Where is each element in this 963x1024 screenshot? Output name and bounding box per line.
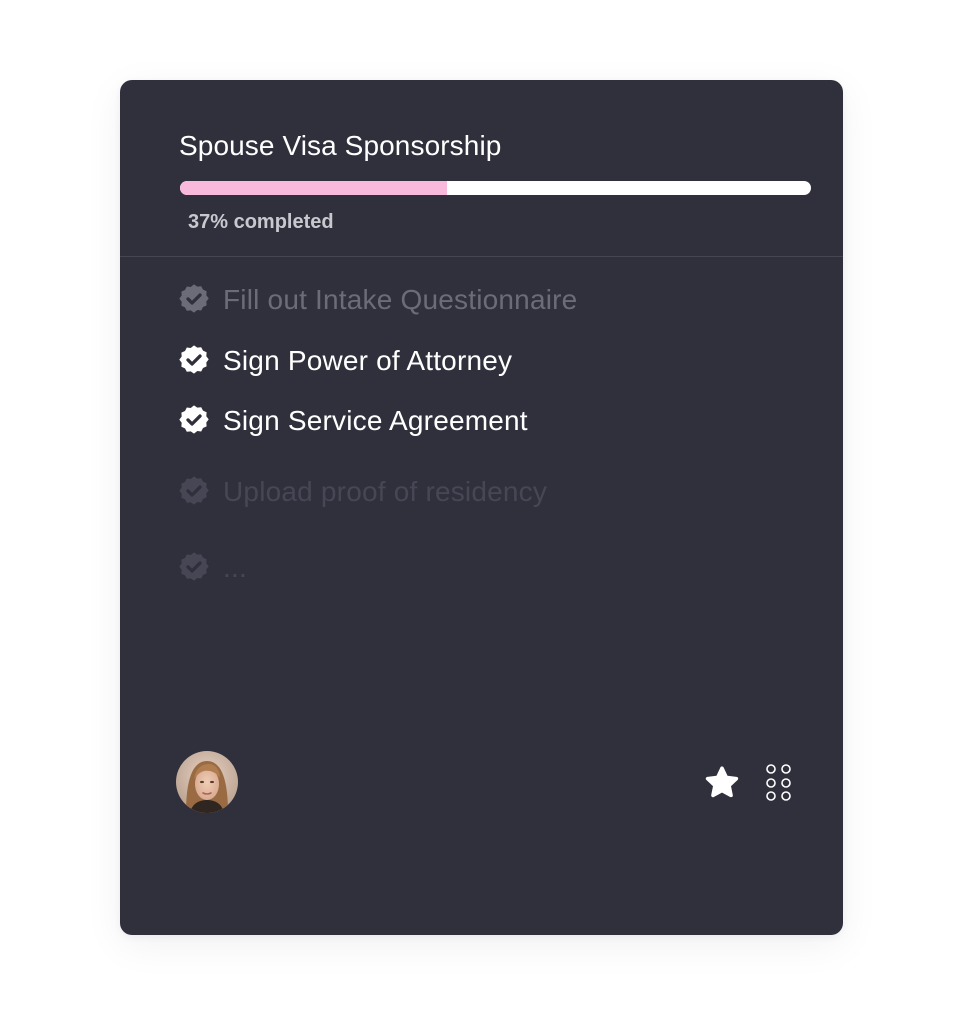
check-badge-icon <box>179 476 209 505</box>
task-label: ... <box>223 552 247 583</box>
task-label: Upload proof of residency <box>223 476 548 507</box>
user-avatar[interactable] <box>176 751 238 813</box>
avatar-portrait <box>176 751 238 813</box>
progress-bar-fill <box>180 181 447 195</box>
task-item-proof-of-residency[interactable]: Upload proof of residency <box>176 474 547 510</box>
task-item-power-of-attorney[interactable]: Sign Power of Attorney <box>176 343 512 379</box>
task-label: Sign Power of Attorney <box>223 345 513 376</box>
check-badge-icon <box>179 552 209 581</box>
star-icon-graphic <box>705 766 739 798</box>
progress-label: 37% completed <box>188 211 334 233</box>
task-label: Fill out Intake Questionnaire <box>223 284 578 315</box>
card-header: Spouse Visa Sponsorship 37% completed <box>120 80 843 257</box>
task-item-service-agreement[interactable]: Sign Service Agreement <box>176 403 528 439</box>
apps-grid-icon[interactable] <box>762 761 794 805</box>
check-badge-icon <box>179 284 209 313</box>
check-badge-icon <box>179 405 209 434</box>
task-item-more[interactable]: ... <box>176 550 247 586</box>
card-title: Spouse Visa Sponsorship <box>179 130 502 161</box>
check-badge-icon <box>179 345 209 374</box>
star-icon[interactable] <box>702 763 742 803</box>
apps-grid-icon-graphic <box>766 764 791 801</box>
task-label: Sign Service Agreement <box>223 405 528 436</box>
task-card: Spouse Visa Sponsorship 37% completed Fi… <box>120 80 843 935</box>
progress-bar <box>180 181 811 195</box>
task-item-intake-questionnaire[interactable]: Fill out Intake Questionnaire <box>176 282 577 318</box>
